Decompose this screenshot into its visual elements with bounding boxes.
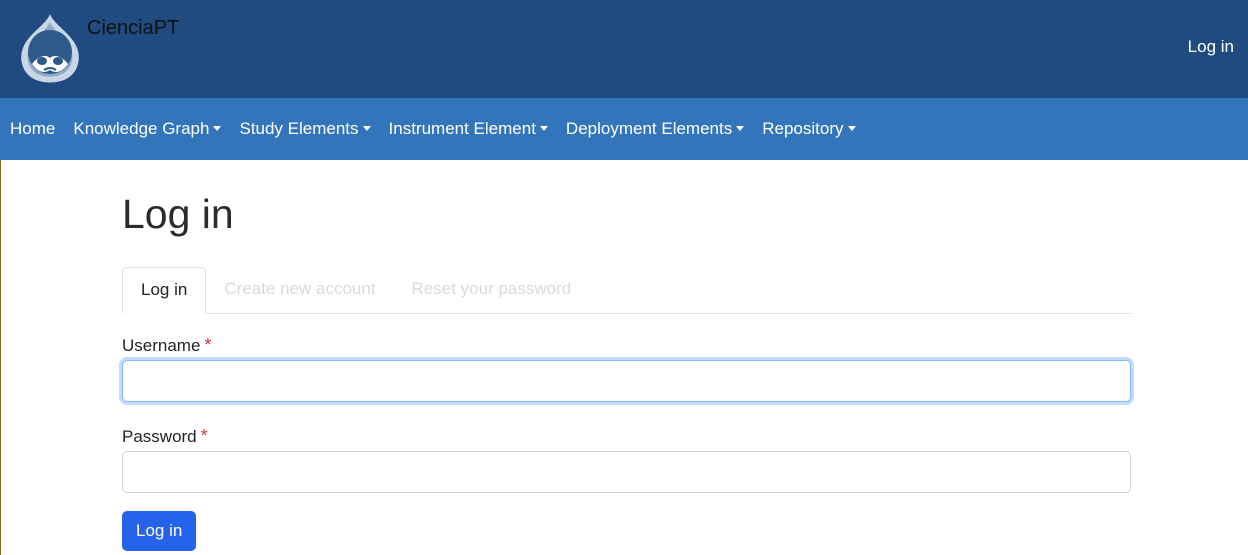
password-label-text: Password: [122, 427, 197, 446]
nav-knowledge-graph-label: Knowledge Graph: [73, 119, 210, 138]
main-navbar: Home Knowledge Graph Study Elements Inst…: [0, 98, 1248, 160]
username-label-text: Username: [122, 336, 201, 355]
tab-create-new-account[interactable]: Create new account: [206, 267, 393, 311]
login-tabs: Log in Create new account Reset your pas…: [122, 267, 1131, 314]
nav-study-elements-label: Study Elements: [239, 119, 359, 138]
login-form: Username * Password * Log in: [122, 334, 1131, 551]
username-label: Username *: [122, 334, 1131, 357]
site-header: CienciaPT Log in: [0, 0, 1248, 98]
username-input[interactable]: [122, 360, 1131, 402]
nav-instrument-element-dropdown[interactable]: Instrument Element: [389, 119, 548, 139]
drupal-drop-icon[interactable]: [18, 12, 82, 84]
left-edge-divider: [0, 160, 1, 555]
page-title: Log in: [122, 191, 234, 237]
nav-deployment-elements-dropdown[interactable]: Deployment Elements: [565, 119, 745, 139]
site-name[interactable]: CienciaPT: [87, 16, 179, 40]
required-marker: *: [200, 426, 208, 446]
caret-down-icon: [736, 126, 745, 131]
password-label: Password *: [122, 425, 1131, 448]
main-nav: Home Knowledge Graph Study Elements Inst…: [0, 98, 1248, 160]
nav-deployment-elements-label: Deployment Elements: [565, 119, 733, 138]
caret-down-icon: [213, 126, 222, 131]
caret-down-icon: [362, 126, 371, 131]
nav-knowledge-graph-dropdown[interactable]: Knowledge Graph: [73, 119, 222, 139]
tab-reset-password[interactable]: Reset your password: [394, 267, 590, 311]
log-in-button[interactable]: Log in: [122, 511, 197, 551]
header-login-link[interactable]: Log in: [1188, 36, 1234, 58]
nav-repository-label: Repository: [762, 119, 844, 138]
tab-log-in[interactable]: Log in: [122, 267, 207, 314]
nav-home[interactable]: Home: [10, 119, 55, 139]
caret-down-icon: [539, 126, 548, 131]
password-input[interactable]: [122, 451, 1131, 493]
main-content: Log in Log in Create new account Reset y…: [122, 160, 1131, 551]
nav-repository-dropdown[interactable]: Repository: [762, 119, 856, 139]
caret-down-icon: [847, 126, 856, 131]
required-marker: *: [204, 335, 212, 355]
nav-study-elements-dropdown[interactable]: Study Elements: [239, 119, 371, 139]
nav-home-label: Home: [10, 119, 56, 138]
nav-instrument-element-label: Instrument Element: [388, 119, 536, 138]
